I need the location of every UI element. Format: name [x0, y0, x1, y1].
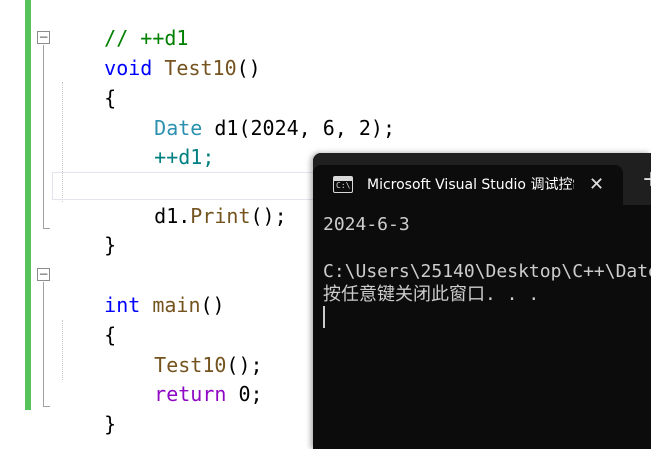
terminal-icon: C:\	[333, 176, 353, 193]
code-line-brace-open-2: {	[56, 290, 116, 347]
brace-close: }	[104, 233, 117, 257]
code-line-return: return 0;	[106, 349, 262, 406]
console-output-line: 按任意键关闭此窗口. . .	[323, 284, 540, 305]
new-tab-icon[interactable]: +	[642, 168, 651, 192]
code-line-date-decl: Date d1(2024, 6, 2);	[106, 83, 395, 140]
terminal-icon-prompt: C:\	[336, 181, 351, 190]
brace-close: }	[104, 412, 117, 436]
call-rest: ();	[250, 204, 287, 228]
fold-end-main	[43, 406, 50, 407]
parens: ()	[236, 56, 261, 80]
console-cursor	[323, 306, 325, 328]
code-line-increment: ++d1;	[106, 112, 214, 169]
console-tab[interactable]: C:\ Microsoft Visual Studio 调试控制台 ✕	[313, 165, 623, 205]
fold-line-main	[43, 282, 44, 406]
console-tab-strip: C:\ Microsoft Visual Studio 调试控制台 ✕ +	[313, 153, 651, 205]
increment-stmt: ++d1;	[154, 145, 215, 169]
code-line-main-signature: int main()	[56, 260, 224, 317]
console-tab-title: Microsoft Visual Studio 调试控制台	[367, 177, 574, 193]
parens: ()	[200, 293, 225, 317]
code-line-comment: // ++d1	[56, 0, 188, 50]
code-line-brace-open-1: {	[56, 53, 116, 110]
close-icon[interactable]: ✕	[589, 174, 604, 196]
console-output-line: C:\Users\25140\Desktop\C++\Date\x64\Debu…	[323, 261, 651, 282]
code-line-print-call: d1.Print();	[106, 171, 286, 228]
method-print: Print	[190, 204, 251, 228]
debug-console-window[interactable]: C:\ Microsoft Visual Studio 调试控制台 ✕ + 20…	[313, 153, 651, 449]
code-line-brace-close-2: }	[56, 379, 116, 436]
fold-line-test10	[43, 45, 44, 228]
function-name-main: main	[152, 293, 201, 317]
return-rest: 0;	[226, 382, 263, 406]
object-d1: d1.	[154, 204, 191, 228]
keyword-return: return	[154, 382, 227, 406]
console-output-line: 2024-6-3	[323, 214, 410, 235]
code-line-brace-close-1: }	[56, 200, 116, 257]
collapse-main-icon[interactable]: −	[37, 268, 50, 281]
fold-end-test10	[43, 228, 50, 229]
code-line-test10-signature: void Test10()	[56, 23, 261, 80]
code-line-test10-call: Test10();	[106, 320, 262, 377]
collapse-test10-icon[interactable]: −	[37, 31, 50, 44]
date-decl-rest: d1(2024, 6, 2);	[202, 116, 395, 140]
change-indicator-bar	[25, 0, 31, 410]
function-name-test10: Test10	[164, 56, 237, 80]
